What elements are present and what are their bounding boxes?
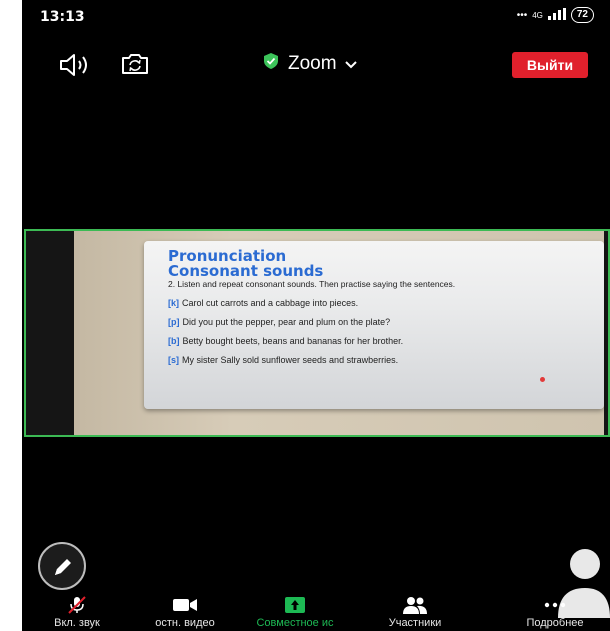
share-upload-icon xyxy=(240,596,350,614)
sentence-line: [k] Carol cut carrots and a cabbage into … xyxy=(168,298,528,308)
more-dots-icon xyxy=(500,596,610,614)
sentence-line: [p] Did you put the pepper, pear and plum… xyxy=(168,317,528,327)
mic-off-icon xyxy=(22,596,132,614)
sentence-line: [b] Betty bought beets, beans and bananas… xyxy=(168,336,528,346)
more-button[interactable]: Подробнее xyxy=(500,596,610,631)
participants-label: Участники xyxy=(388,617,442,629)
signal-icon xyxy=(547,7,566,23)
sentence-text: Betty bought beets, beans and bananas fo… xyxy=(182,336,404,346)
video-button[interactable]: остн. видео xyxy=(130,596,240,631)
meeting-title-dropdown[interactable]: Zoom xyxy=(262,52,357,76)
laser-pointer-dot xyxy=(540,377,545,382)
video-label: остн. видео xyxy=(155,617,215,629)
meeting-title: Zoom xyxy=(288,53,337,74)
video-camera-icon xyxy=(130,596,240,614)
presentation-slide: Pronunciation Consonant sounds 2. Listen… xyxy=(144,241,604,409)
share-screen-button[interactable]: Совместное ис xyxy=(240,596,350,631)
network-label: 4G xyxy=(532,10,543,20)
sound-code: [b] xyxy=(168,336,180,346)
sound-code: [k] xyxy=(168,298,179,308)
speaker-icon[interactable] xyxy=(58,52,94,78)
switch-camera-icon[interactable] xyxy=(120,52,150,76)
slide-subtitle: Consonant sounds xyxy=(168,262,324,280)
dots-icon: ••• xyxy=(516,9,528,21)
annotate-pen-button[interactable] xyxy=(38,542,86,590)
mute-button[interactable]: Вкл. звук xyxy=(22,596,132,631)
leave-button[interactable]: Выйти xyxy=(512,52,588,78)
status-indicators: ••• 4G 72 xyxy=(517,7,594,23)
sound-code: [p] xyxy=(168,317,180,327)
share-label: Совместное ис xyxy=(256,617,334,629)
participants-button[interactable]: Участники xyxy=(360,596,470,631)
sentence-line: [s] My sister Sally sold sunflower seeds … xyxy=(168,355,528,365)
status-time: 13:13 xyxy=(40,9,85,25)
bottom-toolbar: Вкл. звук остн. видео Совместное ис Учас… xyxy=(22,596,610,631)
shield-check-icon xyxy=(262,52,280,76)
zoom-screen: 13:13 ••• 4G 72 Zoom Выйти Pronunciation… xyxy=(22,0,610,631)
pen-icon xyxy=(55,559,71,575)
more-label: Подробнее xyxy=(526,617,584,629)
sound-code: [s] xyxy=(168,355,179,365)
chevron-down-icon xyxy=(344,53,357,75)
mute-label: Вкл. звук xyxy=(54,617,100,629)
participants-icon xyxy=(360,596,470,614)
battery-indicator: 72 xyxy=(570,7,594,23)
shared-content-background: Pronunciation Consonant sounds 2. Listen… xyxy=(74,231,604,435)
slide-instruction: 2. Listen and repeat consonant sounds. T… xyxy=(168,279,456,289)
sentence-text: Did you put the pepper, pear and plum on… xyxy=(182,317,391,327)
sentence-text: My sister Sally sold sunflower seeds and… xyxy=(182,355,399,365)
status-bar: 13:13 ••• 4G 72 xyxy=(22,0,610,34)
meeting-toolbar: Zoom Выйти xyxy=(22,44,610,84)
sentence-text: Carol cut carrots and a cabbage into pie… xyxy=(182,298,359,308)
screen-share-view: Pronunciation Consonant sounds 2. Listen… xyxy=(24,229,610,437)
